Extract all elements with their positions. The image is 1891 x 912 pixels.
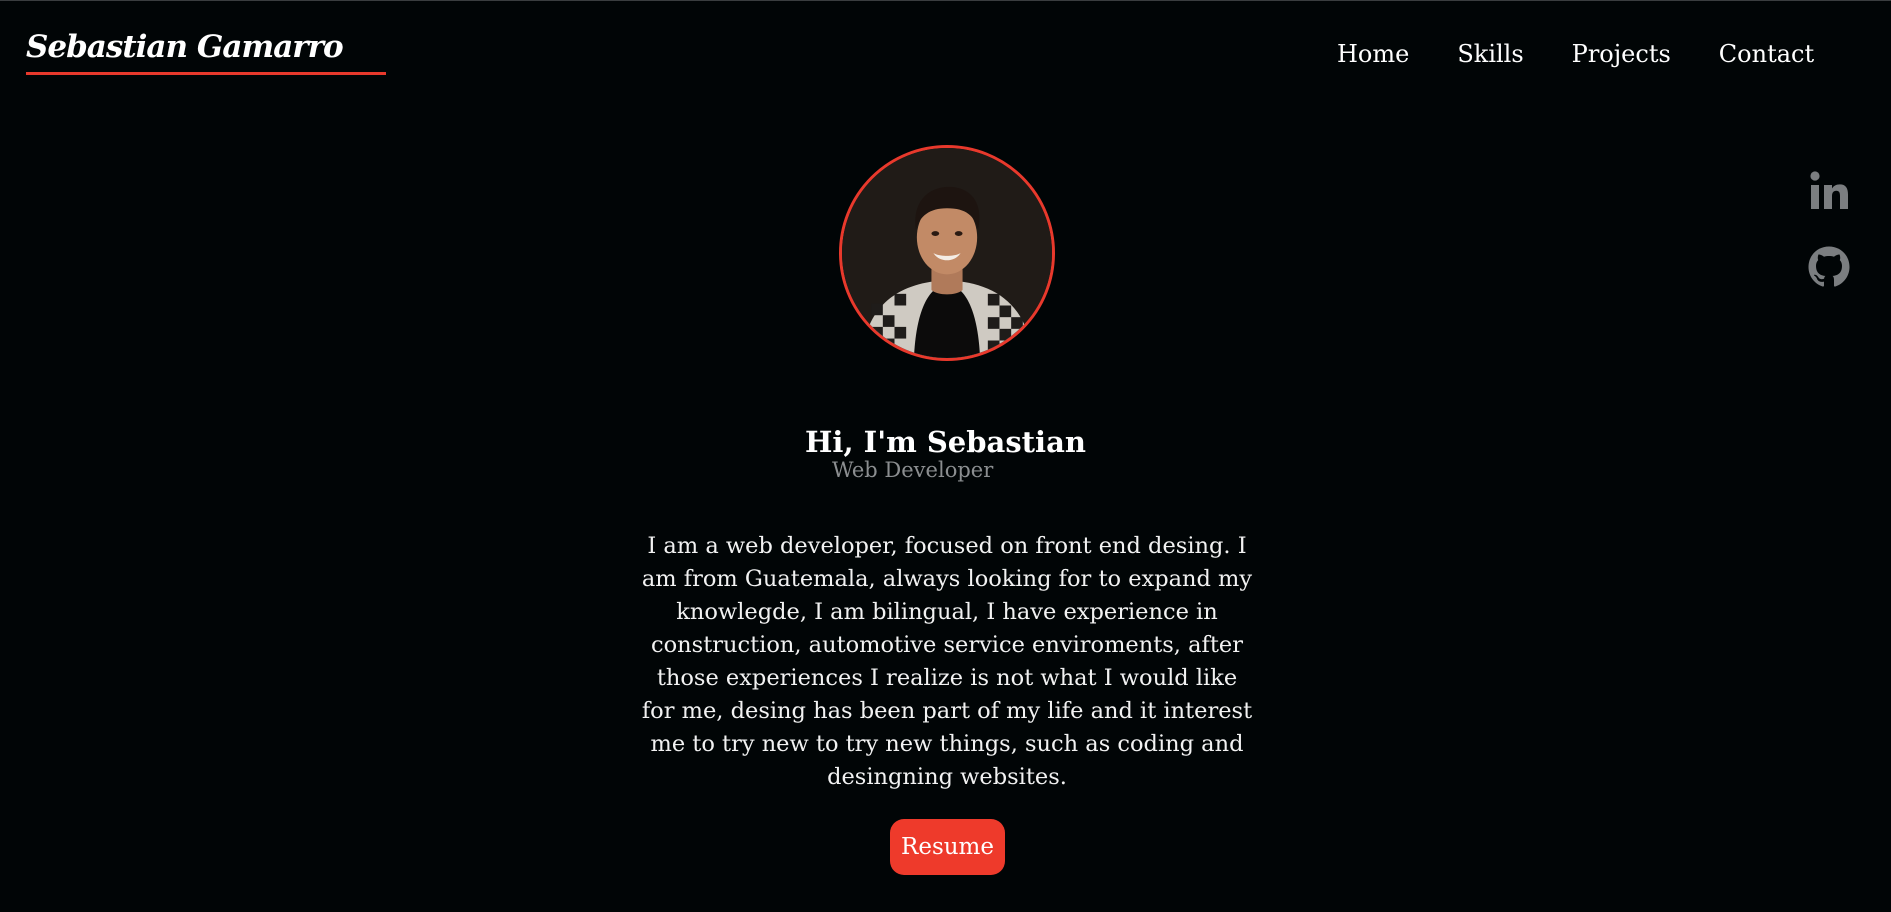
nav-projects[interactable]: Projects bbox=[1572, 37, 1671, 71]
hero-bio: I am a web developer, focused on front e… bbox=[641, 532, 1253, 790]
brand-name: Sebastian Gamarro bbox=[26, 29, 344, 65]
page: Sebastian Gamarro Home Skills Projects C… bbox=[0, 0, 1891, 912]
linkedin-icon[interactable] bbox=[1807, 169, 1851, 213]
hero-role: Web Developer bbox=[832, 458, 994, 482]
profile-photo bbox=[839, 145, 1055, 361]
nav-home[interactable]: Home bbox=[1337, 37, 1409, 71]
github-icon[interactable] bbox=[1807, 245, 1851, 289]
nav-skills[interactable]: Skills bbox=[1457, 37, 1523, 71]
main-nav: Home Skills Projects Contact bbox=[1337, 37, 1814, 71]
brand-logo[interactable]: Sebastian Gamarro bbox=[26, 27, 386, 75]
nav-contact[interactable]: Contact bbox=[1719, 37, 1814, 71]
social-links bbox=[1807, 169, 1851, 289]
portrait-image bbox=[842, 148, 1052, 358]
resume-button[interactable]: Resume bbox=[890, 819, 1005, 875]
